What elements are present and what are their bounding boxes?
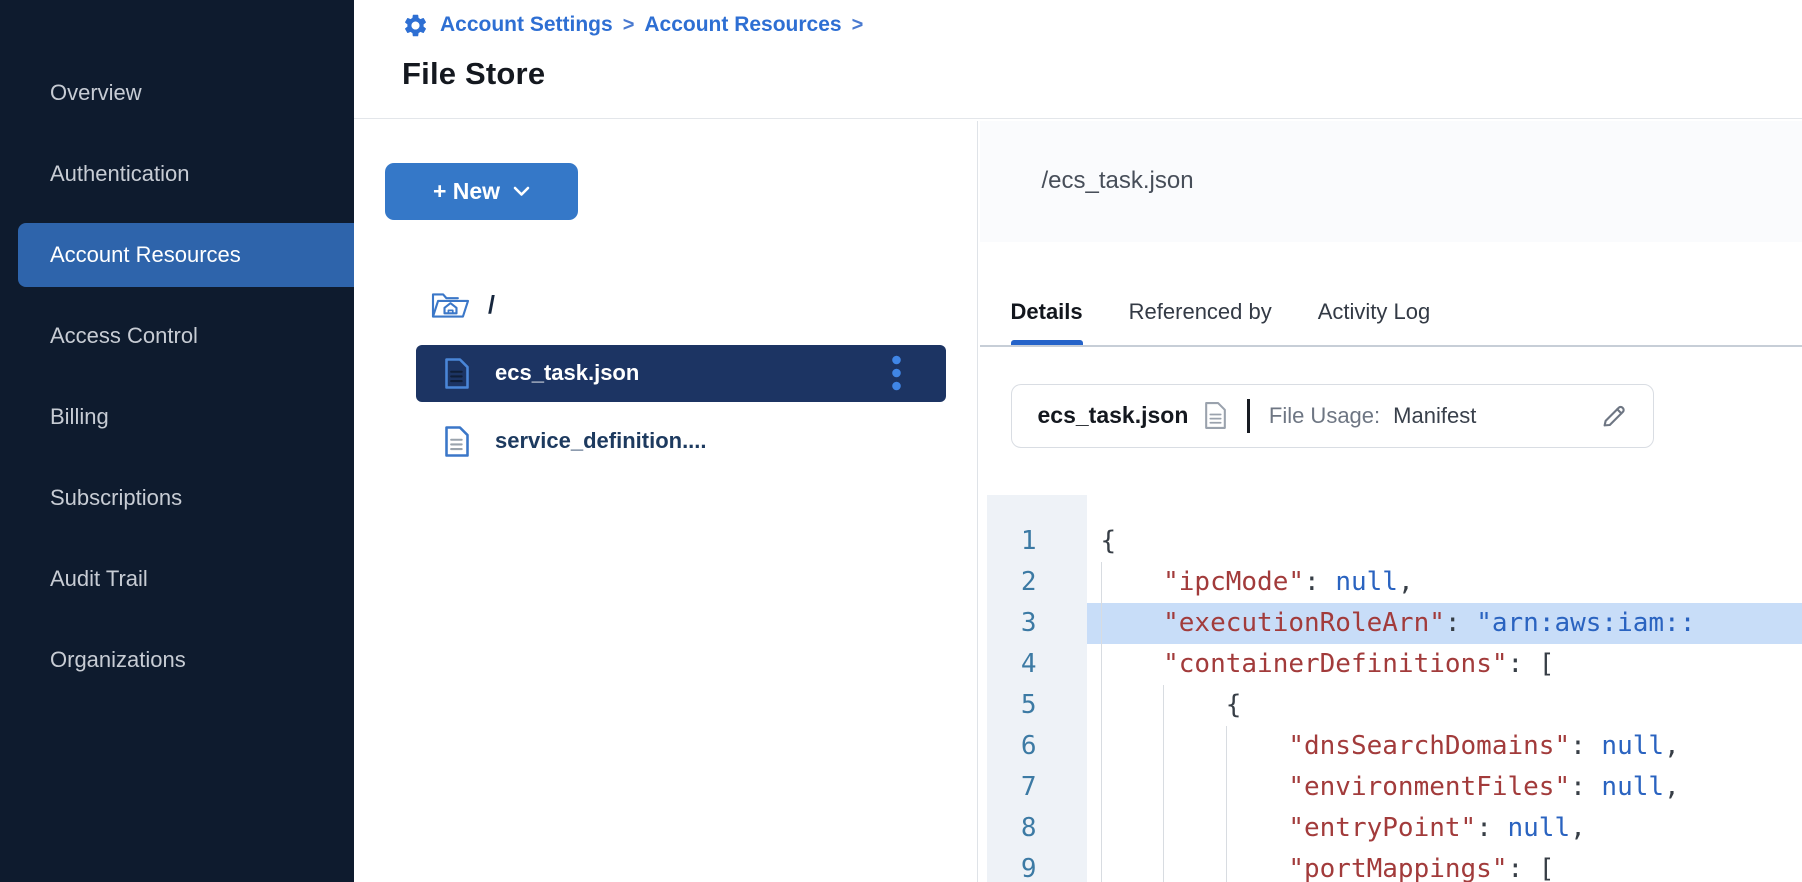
code-line-2: 2 "ipcMode": null, [980,562,1802,603]
tab-referenced-by[interactable]: Referenced by [1129,299,1272,345]
tab-details[interactable]: Details [1011,299,1083,345]
code-tokens: { [1101,526,1117,556]
detail-tabs: Details Referenced by Activity Log [980,242,1802,347]
code-line-4: 4 "containerDefinitions": [ [980,644,1802,685]
line-number: 5 [980,685,1087,726]
code-text: "environmentFiles": null, [1087,767,1802,808]
code-tokens: "portMappings": [ [1101,854,1555,882]
line-number: 3 [980,603,1087,644]
sidebar-item-access-control[interactable]: Access Control [0,295,354,376]
page-title: File Store [402,56,1802,92]
code-line-6: 6 "dnsSearchDomains": null, [980,726,1802,767]
line-number: 1 [980,521,1087,562]
sidebar-item-billing[interactable]: Billing [0,376,354,457]
file-browser-panel: + New / ecs_task.json service_definition… [354,121,978,882]
file-row-service-definition[interactable]: service_definition.... [416,413,946,470]
code-line-1: 1{ [980,521,1802,562]
code-line-5: 5 { [980,685,1802,726]
code-tokens: "containerDefinitions": [ [1101,649,1555,679]
sidebar-item-audit-trail[interactable]: Audit Trail [0,538,354,619]
new-button[interactable]: + New [385,163,578,220]
code-text: { [1087,685,1802,726]
breadcrumb-separator: > [852,14,864,37]
code-text: "ipcMode": null, [1087,562,1802,603]
code-text: "dnsSearchDomains": null, [1087,726,1802,767]
file-row-ecs-task-json[interactable]: ecs_task.json [416,345,946,402]
chevron-down-icon [513,186,530,197]
sidebar-item-organizations[interactable]: Organizations [0,619,354,700]
tab-label: Activity Log [1318,299,1431,324]
code-tokens: "entryPoint": null, [1101,813,1586,843]
tree-root-label: / [488,291,495,320]
sidebar-item-authentication[interactable]: Authentication [0,133,354,214]
kebab-menu-icon[interactable] [891,355,902,391]
code-line-7: 7 "environmentFiles": null, [980,767,1802,808]
code-text: "portMappings": [ [1087,849,1802,882]
tab-label: Details [1011,299,1083,324]
code-tokens: "environmentFiles": null, [1101,772,1680,802]
code-lines: 1{2 "ipcMode": null,3 "executionRoleArn"… [980,521,1802,882]
breadcrumb-separator: > [623,14,635,37]
file-row-label: service_definition.... [495,428,707,454]
tab-activity-log[interactable]: Activity Log [1318,299,1431,345]
code-text: { [1087,521,1802,562]
active-tab-underline [1011,340,1083,345]
sidebar-item-account-resources[interactable]: Account Resources [18,223,354,287]
sidebar-item-overview[interactable]: Overview [0,52,354,133]
line-number: 7 [980,767,1087,808]
code-line-3: 3 "executionRoleArn": "arn:aws:iam:: [980,603,1802,644]
divider [1247,399,1250,433]
code-tokens: { [1101,690,1242,720]
file-info-card: ecs_task.json File Usage: Manifest [1011,384,1654,448]
folder-home-icon [430,288,471,323]
line-number: 4 [980,644,1087,685]
line-number: 6 [980,726,1087,767]
new-button-label: + New [433,178,500,205]
code-tokens: "executionRoleArn": "arn:aws:iam:: [1101,608,1696,638]
file-detail-panel: /ecs_task.json Details Referenced by Activ… [980,121,1802,882]
file-icon [443,357,471,390]
file-name: ecs_task.json [1038,402,1189,429]
code-text: "containerDefinitions": [ [1087,644,1802,685]
tab-label: Referenced by [1129,299,1272,324]
file-usage-value: Manifest [1393,403,1476,429]
gear-icon [402,12,429,39]
line-number: 8 [980,808,1087,849]
document-icon [1203,401,1228,430]
code-viewer[interactable]: 1{2 "ipcMode": null,3 "executionRoleArn"… [980,495,1802,882]
file-usage-label: File Usage: [1269,403,1380,429]
line-number: 2 [980,562,1087,603]
code-tokens: "dnsSearchDomains": null, [1101,731,1680,761]
breadcrumb-link-account-settings[interactable]: Account Settings [440,13,613,37]
code-text: "entryPoint": null, [1087,808,1802,849]
file-row-label: ecs_task.json [495,360,639,386]
file-tree: ecs_task.json service_definition.... [416,345,946,481]
page-header: Account Settings > Account Resources > F… [354,0,1802,119]
sidebar-nav: OverviewAuthentication Account Resources A… [0,0,354,700]
line-number: 9 [980,849,1087,882]
code-line-8: 8 "entryPoint": null, [980,808,1802,849]
code-tokens: "ipcMode": null, [1101,567,1414,597]
code-line-9: 9 "portMappings": [ [980,849,1802,882]
sidebar-item-subscriptions[interactable]: Subscriptions [0,457,354,538]
pencil-icon[interactable] [1599,401,1629,431]
sidebar: OverviewAuthentication Account Resources A… [0,0,354,882]
highlighted-code-line: "executionRoleArn": "arn:aws:iam:: [1087,603,1802,644]
breadcrumb: Account Settings > Account Resources > [402,10,1802,40]
file-path-header: /ecs_task.json [980,121,1802,242]
tree-root-folder[interactable]: / [430,281,495,331]
file-path: /ecs_task.json [1042,167,1194,195]
breadcrumb-link-account-resources[interactable]: Account Resources [644,13,841,37]
file-icon [443,425,471,458]
